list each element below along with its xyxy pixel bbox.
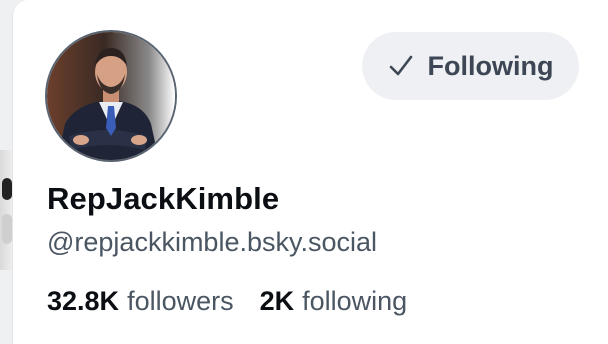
user-handle[interactable]: @repjackkimble.bsky.social (47, 227, 377, 258)
following-count: 2K (259, 286, 295, 316)
followers-link[interactable]: 32.8K followers (47, 286, 234, 317)
profile-stats: 32.8K followers 2K following (47, 286, 407, 317)
following-label: following (302, 286, 408, 316)
following-button[interactable]: Following (362, 32, 579, 100)
display-name: RepJackKimble (47, 181, 280, 216)
check-icon (388, 53, 414, 79)
profile-card: Following RepJackKimble @repjackkimble.b… (12, 0, 608, 344)
following-link[interactable]: 2K following (260, 286, 408, 317)
avatar-image (47, 32, 175, 160)
followers-count: 32.8K (47, 286, 120, 316)
avatar[interactable] (47, 32, 175, 160)
followers-label: followers (127, 286, 234, 316)
profile-view: Following RepJackKimble @repjackkimble.b… (0, 0, 608, 344)
following-button-label: Following (427, 50, 554, 81)
